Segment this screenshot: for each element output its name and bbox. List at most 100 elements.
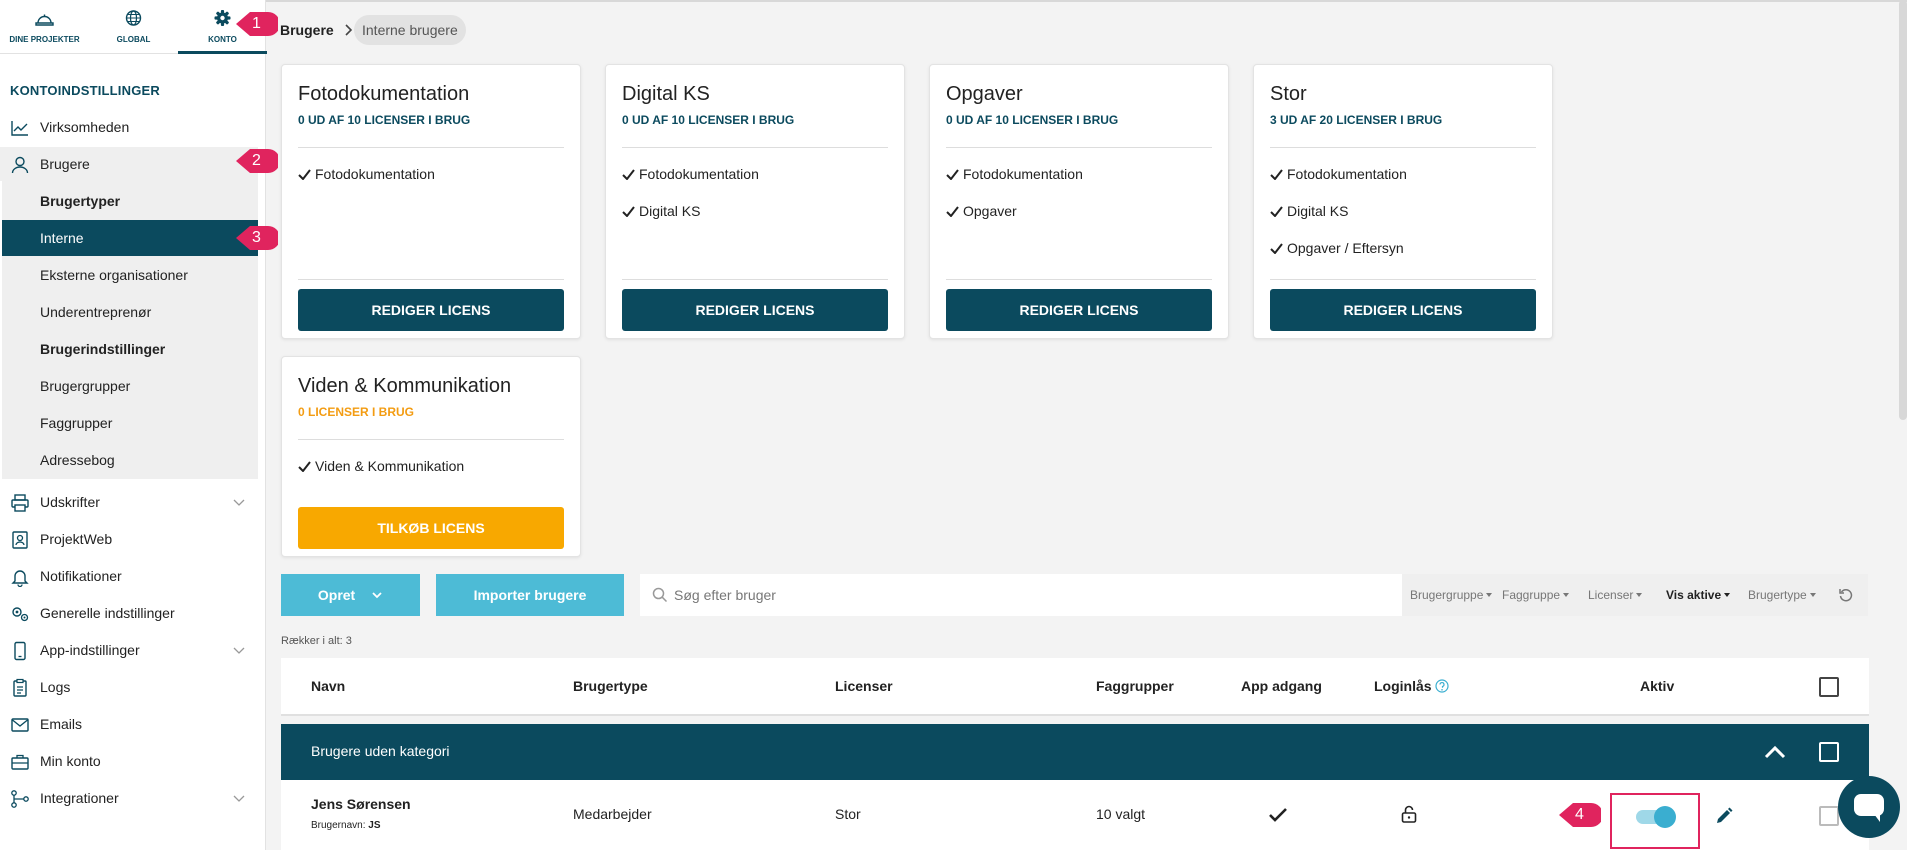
breadcrumb-root[interactable]: Brugere <box>280 22 334 38</box>
card-divider <box>622 147 888 148</box>
feature-label: Fotodokumentation <box>315 166 435 182</box>
group-checkbox[interactable] <box>1819 742 1839 762</box>
sidebar-item-projektweb[interactable]: ProjektWeb <box>0 522 258 556</box>
card-license-count: 3 UD AF 20 LICENSER I BRUG <box>1270 113 1443 127</box>
card-divider <box>1270 279 1536 280</box>
sidebar-item-integrationer[interactable]: Integrationer <box>0 781 258 815</box>
search-icon <box>652 587 668 603</box>
tab-dine-projekter[interactable]: DINE PROJEKTER <box>0 0 89 54</box>
badge-number: 2 <box>252 152 261 169</box>
tab-global[interactable]: GLOBAL <box>89 0 178 54</box>
sidebar: DINE PROJEKTER GLOBAL KONTO KONTOINDSTIL… <box>0 0 267 850</box>
reset-filters-button[interactable] <box>1826 574 1868 616</box>
feature-label: Opgaver <box>963 203 1017 219</box>
feature-label: Fotodokumentation <box>639 166 759 182</box>
license-card-stor: Stor 3 UD AF 20 LICENSER I BRUG Fotodoku… <box>1253 64 1553 339</box>
subitem-label: Interne <box>40 230 84 246</box>
card-license-count: 0 UD AF 10 LICENSER I BRUG <box>622 113 795 127</box>
helmet-icon <box>35 14 54 26</box>
check-icon <box>946 169 959 181</box>
sidebar-item-udskrifter[interactable]: Udskrifter <box>0 485 258 519</box>
column-header-navn[interactable]: Navn <box>311 678 345 694</box>
column-header-aktiv[interactable]: Aktiv <box>1640 678 1674 694</box>
subitem-label: Brugertyper <box>40 193 121 209</box>
edit-license-button[interactable]: REDIGER LICENS <box>946 289 1212 331</box>
edit-license-button[interactable]: REDIGER LICENS <box>622 289 888 331</box>
column-header-faggrupper[interactable]: Faggrupper <box>1096 678 1174 694</box>
sidebar-subitem-underentreprenor[interactable]: Underentreprenør <box>2 294 258 330</box>
column-header-loginlas[interactable]: Loginlås <box>1374 678 1432 694</box>
sidebar-top-tabs: DINE PROJEKTER GLOBAL KONTO <box>0 0 267 54</box>
chevron-down-icon <box>233 499 245 506</box>
sidebar-item-min-konto[interactable]: Min konto <box>0 744 258 778</box>
select-all-checkbox[interactable] <box>1819 677 1839 697</box>
sidebar-subitem-adressebog[interactable]: Adressebog <box>2 442 258 478</box>
sidebar-item-logs[interactable]: Logs <box>0 670 258 704</box>
column-header-brugertype[interactable]: Brugertype <box>573 678 648 694</box>
sidebar-subitem-eksterne-organisationer[interactable]: Eksterne organisationer <box>2 257 258 293</box>
column-header-app-adgang[interactable]: App adgang <box>1241 678 1322 694</box>
annotation-badge-2: 2 <box>234 143 280 179</box>
filter-label: Vis aktive <box>1666 588 1722 602</box>
sidebar-item-emails[interactable]: Emails <box>0 707 258 741</box>
sidebar-subitem-interne[interactable]: Interne <box>2 220 258 256</box>
chat-icon <box>1854 794 1884 822</box>
active-toggle[interactable] <box>1636 806 1676 828</box>
license-card-digital-ks: Digital KS 0 UD AF 10 LICENSER I BRUG Fo… <box>605 64 905 339</box>
create-button[interactable]: Opret <box>281 574 420 616</box>
check-icon <box>1270 206 1283 218</box>
sidebar-subitem-brugerindstillinger[interactable]: Brugerindstillinger <box>2 331 258 367</box>
sidebar-item-brugere[interactable]: Brugere <box>0 147 258 181</box>
printer-icon <box>11 494 29 512</box>
check-icon <box>622 206 635 218</box>
chevron-up-icon[interactable] <box>1763 744 1787 760</box>
card-title: Opgaver <box>946 83 1023 105</box>
edit-license-button[interactable]: REDIGER LICENS <box>1270 289 1536 331</box>
scrollbar[interactable] <box>1899 0 1907 420</box>
subitem-label: Faggrupper <box>40 415 113 431</box>
table-row[interactable]: Jens Sørensen Brugernavn: JS Medarbejder… <box>281 780 1869 850</box>
sidebar-subitem-faggrupper[interactable]: Faggrupper <box>2 405 258 441</box>
chevron-right-icon <box>345 24 353 36</box>
network-icon <box>11 790 29 808</box>
mail-icon <box>11 718 29 732</box>
subitem-label: Adressebog <box>40 452 115 468</box>
card-feature: Opgaver <box>946 203 1017 219</box>
unlock-icon[interactable] <box>1401 805 1417 823</box>
column-header-licenser[interactable]: Licenser <box>835 678 893 694</box>
subitem-label: Eksterne organisationer <box>40 267 188 283</box>
toggle-knob <box>1654 806 1676 828</box>
globe-icon <box>125 10 142 26</box>
filter-faggruppe[interactable]: Faggruppe <box>1494 574 1580 616</box>
breadcrumb-current: Interne brugere <box>354 15 466 45</box>
sidebar-item-app-indstillinger[interactable]: App-indstillinger <box>0 633 258 667</box>
edit-license-button[interactable]: REDIGER LICENS <box>298 289 564 331</box>
license-card-fotodokumentation: Fotodokumentation 0 UD AF 10 LICENSER I … <box>281 64 581 339</box>
sidebar-item-notifikationer[interactable]: Notifikationer <box>0 559 258 593</box>
filter-vis-aktive[interactable]: Vis aktive <box>1658 574 1740 616</box>
sidebar-subitem-brugergrupper[interactable]: Brugergrupper <box>2 368 258 404</box>
tab-label: DINE PROJEKTER <box>9 35 80 44</box>
sidebar-subitem-brugertyper[interactable]: Brugertyper <box>2 183 258 219</box>
card-feature: Fotodokumentation <box>946 166 1083 182</box>
filter-brugertype[interactable]: Brugertype <box>1740 574 1826 616</box>
import-users-button[interactable]: Importer brugere <box>436 574 624 616</box>
sidebar-item-label: Brugere <box>40 156 90 172</box>
search-input[interactable] <box>674 574 1314 616</box>
group-header[interactable]: Brugere uden kategori <box>281 724 1869 780</box>
card-feature: Digital KS <box>622 203 700 219</box>
filter-licenser[interactable]: Licenser <box>1580 574 1658 616</box>
buy-license-button[interactable]: TILKØB LICENS <box>298 507 564 549</box>
card-feature: Fotodokumentation <box>1270 166 1407 182</box>
card-feature: Viden & Kommunikation <box>298 458 464 474</box>
chat-button[interactable] <box>1838 776 1900 838</box>
card-title: Viden & Kommunikation <box>298 375 512 397</box>
reset-icon <box>1839 589 1853 602</box>
row-checkbox[interactable] <box>1819 806 1839 826</box>
sidebar-item-generelle-indstillinger[interactable]: Generelle indstillinger <box>0 596 258 630</box>
filter-brugergruppe[interactable]: Brugergruppe <box>1402 574 1494 616</box>
edit-icon[interactable] <box>1714 806 1734 826</box>
help-icon[interactable] <box>1435 679 1449 693</box>
card-divider <box>298 439 564 440</box>
sidebar-item-virksomheden[interactable]: Virksomheden <box>0 110 258 144</box>
